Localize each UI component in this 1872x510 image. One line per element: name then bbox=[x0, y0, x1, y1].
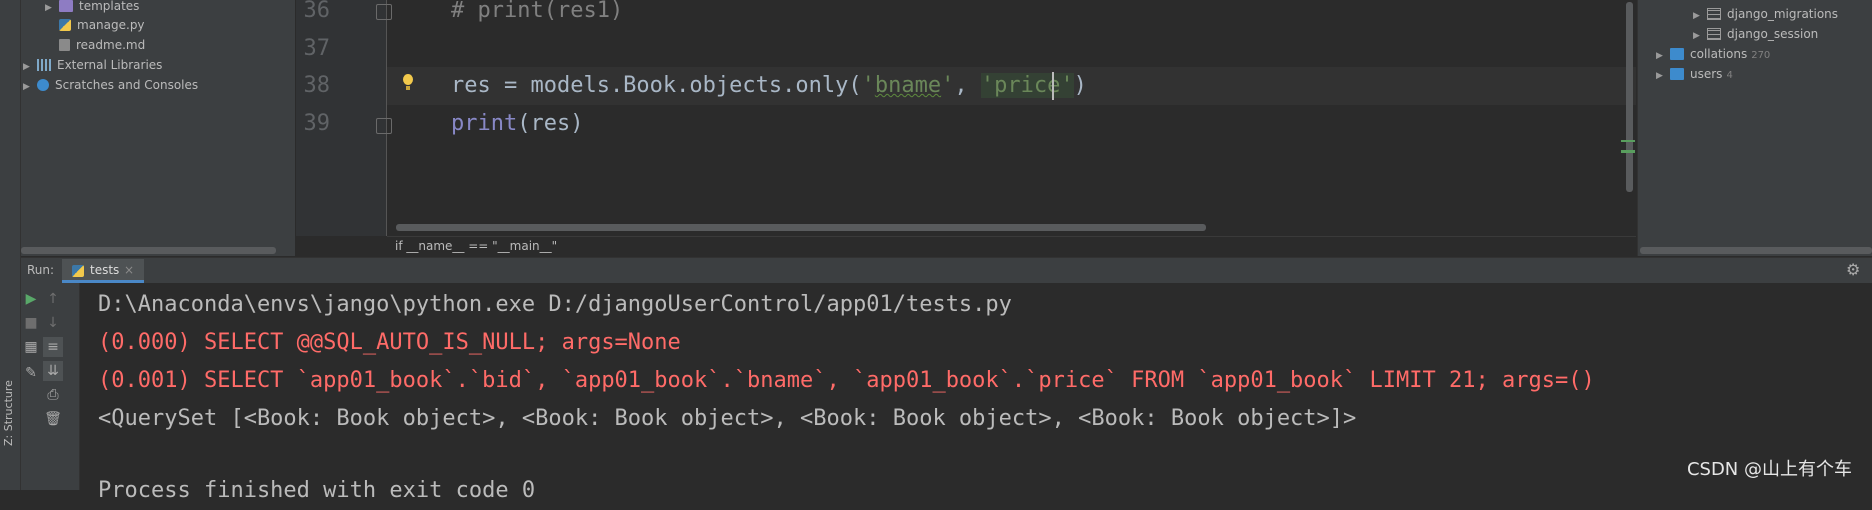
table-icon bbox=[1707, 28, 1721, 40]
markdown-file-icon bbox=[59, 39, 70, 51]
text-caret bbox=[1052, 72, 1054, 100]
folder-icon bbox=[1670, 68, 1684, 80]
console-line: <QuerySet [<Book: Book object>, <Book: B… bbox=[98, 406, 1357, 431]
expand-arrow-icon[interactable]: ▶ bbox=[1693, 6, 1707, 26]
expand-arrow-icon[interactable]: ▶ bbox=[23, 57, 37, 77]
lightbulb-icon[interactable] bbox=[401, 74, 415, 92]
line-number: 38 bbox=[303, 73, 331, 98]
db-table-django-session[interactable]: ▶ django_session bbox=[1693, 24, 1818, 44]
editor-vertical-scrollbar[interactable] bbox=[1626, 2, 1633, 192]
table-icon bbox=[1707, 8, 1721, 20]
structure-tool-tab[interactable]: Z: Structure bbox=[0, 360, 20, 450]
database-panel: ▶ django_migrations ▶ django_session ▶ coll… bbox=[1637, 0, 1872, 256]
library-icon bbox=[37, 59, 51, 71]
close-icon[interactable]: × bbox=[124, 260, 134, 280]
line-number: 36 bbox=[303, 0, 331, 23]
soft-wrap-icon[interactable]: ≡ bbox=[43, 337, 63, 357]
fold-marker-icon[interactable] bbox=[376, 118, 392, 134]
run-window-header bbox=[21, 257, 1872, 284]
print-icon[interactable]: ⎙ bbox=[43, 385, 63, 405]
tree-item-manage-py[interactable]: manage.py bbox=[59, 15, 145, 35]
database-horizontal-scrollbar[interactable] bbox=[1640, 247, 1872, 254]
scratch-icon bbox=[37, 79, 49, 91]
expand-arrow-icon[interactable]: ▶ bbox=[1656, 46, 1670, 66]
gear-icon[interactable]: ⚙ bbox=[1846, 261, 1860, 279]
restore-layout-icon[interactable]: ▦ bbox=[21, 337, 41, 357]
editor-horizontal-scrollbar[interactable] bbox=[396, 224, 1206, 231]
line-number: 39 bbox=[303, 111, 331, 136]
rerun-icon[interactable]: ▶ bbox=[21, 289, 41, 309]
tree-item-scratches[interactable]: ▶ Scratches and Consoles bbox=[23, 75, 198, 95]
change-marker bbox=[1621, 150, 1635, 153]
code-line-36[interactable]: # print(res1) bbox=[451, 0, 623, 30]
console-line: Process finished with exit code 0 bbox=[98, 478, 536, 503]
project-panel: ▶ templates manage.py readme.md ▶ External… bbox=[21, 0, 295, 256]
expand-arrow-icon[interactable]: ▶ bbox=[23, 77, 37, 97]
structure-tab-label: Z: Structure bbox=[2, 380, 15, 446]
console-line: (0.000) SELECT @@SQL_AUTO_IS_NULL; args=… bbox=[98, 330, 681, 355]
change-marker bbox=[1621, 140, 1635, 142]
fold-marker-icon[interactable] bbox=[376, 4, 392, 20]
console-line: (0.001) SELECT `app01_book`.`bid`, `app0… bbox=[98, 368, 1595, 393]
expand-arrow-icon[interactable]: ▶ bbox=[1693, 26, 1707, 46]
expand-arrow-icon[interactable]: ▶ bbox=[45, 0, 59, 18]
python-icon bbox=[72, 265, 84, 277]
python-file-icon bbox=[59, 19, 71, 31]
arrow-up-icon[interactable]: ↑ bbox=[43, 289, 63, 309]
arrow-down-icon[interactable]: ↓ bbox=[43, 313, 63, 333]
watermark: CSDN @山上有个车 bbox=[1686, 459, 1852, 480]
editor-breadcrumb-bar bbox=[387, 236, 1636, 257]
pin-icon[interactable]: ✎ bbox=[21, 363, 41, 383]
folder-icon bbox=[1670, 48, 1684, 60]
trash-icon[interactable]: 🗑 bbox=[43, 409, 63, 429]
breadcrumb[interactable]: if __name__ == "__main__" bbox=[395, 237, 557, 256]
project-horizontal-scrollbar[interactable] bbox=[21, 247, 276, 254]
run-label: Run: bbox=[27, 263, 55, 277]
stop-icon[interactable]: ■ bbox=[21, 313, 41, 333]
run-toolbar: ▶ ■ ▦ ✎ ↑ ↓ ≡ ⇊ ⎙ 🗑 bbox=[21, 283, 80, 490]
tree-item-readme[interactable]: readme.md bbox=[59, 35, 145, 55]
console-line: D:\Anaconda\envs\jango\python.exe D:/dja… bbox=[98, 292, 1012, 317]
db-folder-users[interactable]: ▶ users 4 bbox=[1656, 64, 1733, 84]
run-tab-label: tests bbox=[90, 263, 120, 277]
tree-item-templates[interactable]: ▶ templates bbox=[45, 0, 139, 16]
tree-item-external-libraries[interactable]: ▶ External Libraries bbox=[23, 55, 162, 75]
expand-arrow-icon[interactable]: ▶ bbox=[1656, 66, 1670, 86]
code-line-39[interactable]: print(res) bbox=[451, 105, 583, 143]
code-line-38[interactable]: res = models.Book.objects.only('bname', … bbox=[451, 67, 1087, 105]
db-table-django-migrations[interactable]: ▶ django_migrations bbox=[1693, 4, 1838, 24]
folder-icon bbox=[59, 0, 73, 12]
db-folder-collations[interactable]: ▶ collations 270 bbox=[1656, 44, 1770, 64]
line-number: 37 bbox=[303, 36, 331, 61]
scroll-to-end-icon[interactable]: ⇊ bbox=[43, 361, 63, 381]
